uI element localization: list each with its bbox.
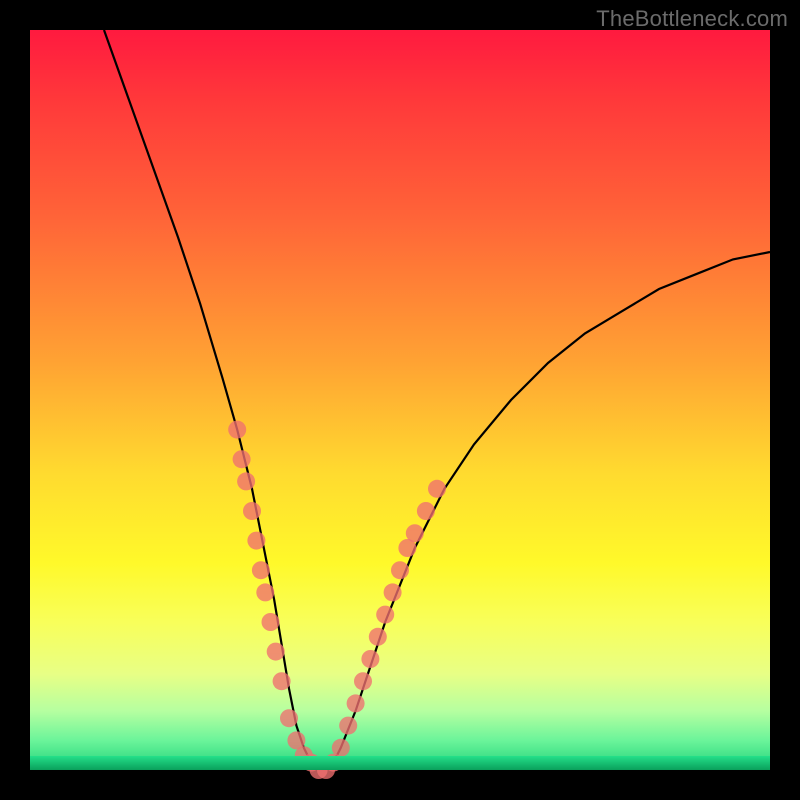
chart-markers [228,421,446,779]
chart-marker [384,583,402,601]
chart-marker [256,583,274,601]
chart-marker [302,754,320,772]
chart-marker [417,502,435,520]
chart-marker [252,561,270,579]
chart-marker [267,643,285,661]
chart-marker [324,754,342,772]
chart-marker [347,694,365,712]
chart-marker [391,561,409,579]
chart-marker [247,532,265,550]
chart-marker [369,628,387,646]
chart-marker [228,421,246,439]
chart-plot-area [30,30,770,770]
chart-marker [295,746,313,764]
chart-marker [406,524,424,542]
chart-marker [243,502,261,520]
bottleneck-curve [104,30,770,770]
chart-marker [237,472,255,490]
chart-marker [332,739,350,757]
watermark-text: TheBottleneck.com [596,6,788,32]
chart-frame: TheBottleneck.com [0,0,800,800]
chart-marker [262,613,280,631]
chart-marker [361,650,379,668]
chart-marker [354,672,372,690]
chart-marker [280,709,298,727]
chart-marker [428,480,446,498]
chart-svg [30,30,770,770]
chart-marker [273,672,291,690]
chart-marker [376,606,394,624]
chart-marker [233,450,251,468]
chart-marker [339,717,357,735]
